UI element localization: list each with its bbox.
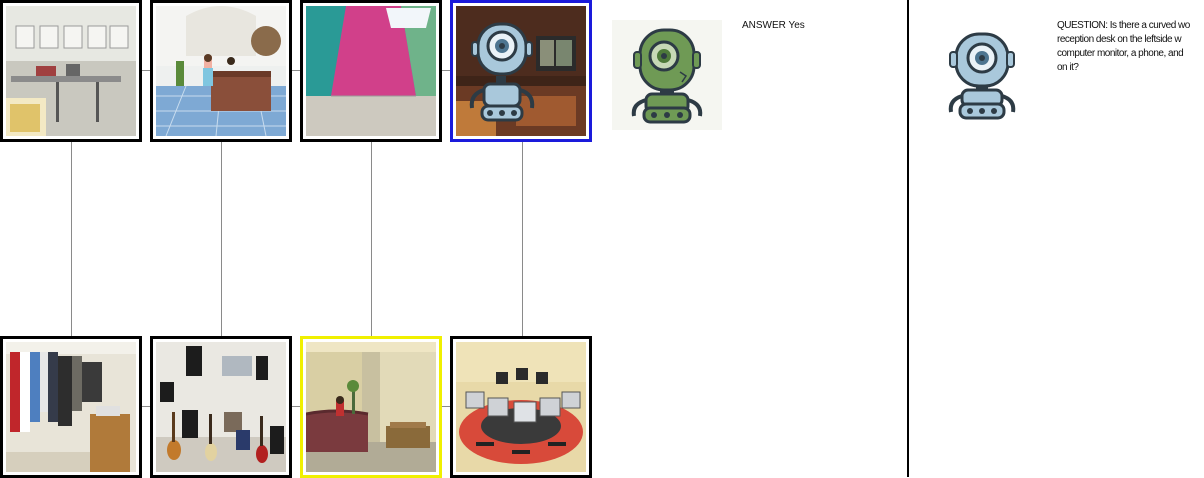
reception-desk-office-photo <box>306 342 436 472</box>
connector-top-1-2 <box>142 70 150 71</box>
connector-bottom-1-2 <box>142 406 150 407</box>
answer-text: ANSWER Yes <box>742 20 805 31</box>
connector-vertical-2 <box>221 142 222 336</box>
image-card-top-4-active[interactable] <box>450 0 592 142</box>
question-text: QUESTION: Is there a curved wo reception… <box>1057 20 1190 73</box>
computer-lab-round-desk-photo <box>456 342 586 472</box>
image-card-bottom-4[interactable] <box>450 336 592 478</box>
green-robot-icon <box>612 20 722 130</box>
connector-bottom-3-4 <box>442 406 450 407</box>
dark-living-room-photo <box>456 6 586 136</box>
hotel-reception-lobby-photo <box>156 6 286 136</box>
connector-bottom-2-3 <box>292 406 300 407</box>
connector-vertical-4 <box>522 142 523 336</box>
connector-vertical-3 <box>371 142 372 336</box>
workshop-room-photo <box>6 6 136 136</box>
image-card-top-2[interactable] <box>150 0 292 142</box>
connector-top-2-3 <box>292 70 300 71</box>
panel-divider <box>907 0 909 477</box>
music-room-guitars-photo <box>156 342 286 472</box>
image-card-top-1[interactable] <box>0 0 142 142</box>
blue-robot-icon <box>944 30 1022 122</box>
clothing-closet-photo <box>6 342 136 472</box>
pink-attic-room-photo <box>306 6 436 136</box>
image-card-bottom-2[interactable] <box>150 336 292 478</box>
connector-vertical-1 <box>71 142 72 336</box>
connector-top-3-4 <box>442 70 450 71</box>
image-card-bottom-3-target[interactable] <box>300 336 442 478</box>
image-card-bottom-1[interactable] <box>0 336 142 478</box>
image-card-top-3[interactable] <box>300 0 442 142</box>
